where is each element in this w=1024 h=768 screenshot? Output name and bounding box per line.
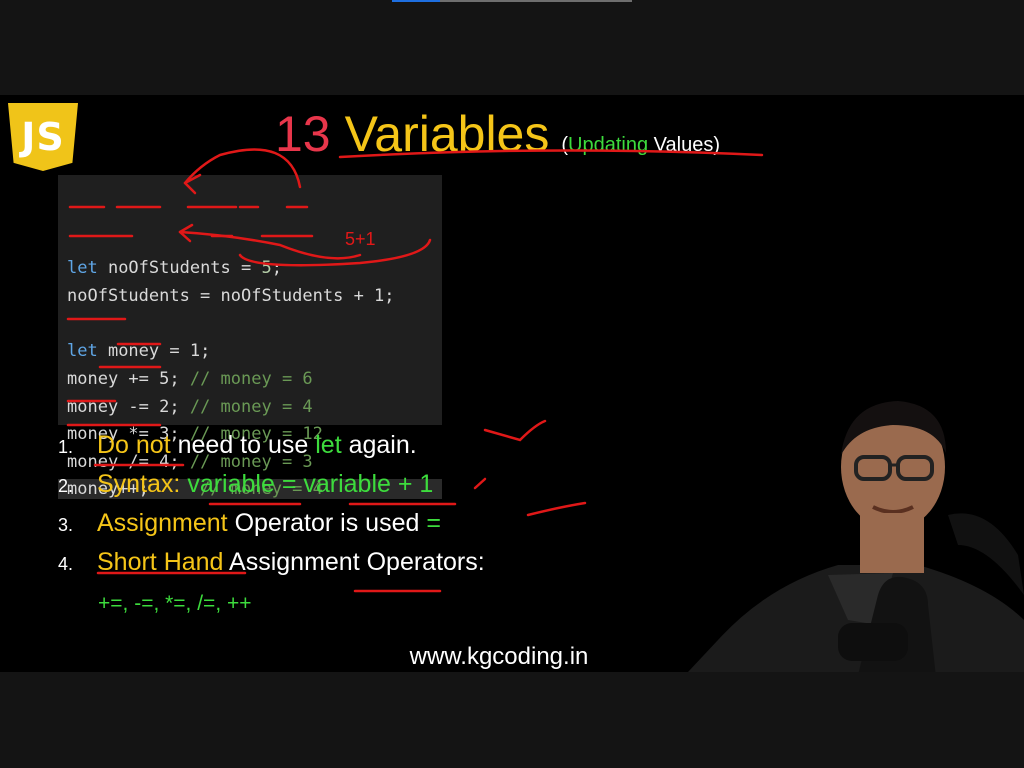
code-line-2: noOfStudents = noOfStudents + 1; [67, 286, 395, 306]
point-3: Assignment Operator is used = [97, 509, 441, 537]
slide-title: 13 Variables (Updating Values) [275, 105, 720, 165]
point-3-number: 3. [58, 515, 74, 535]
point-1-number: 1. [58, 437, 74, 457]
code-line-4: money += 5; // money = 6 [67, 369, 313, 389]
point-4-number: 4. [58, 554, 74, 574]
point-1: Do not need to use let again. [97, 431, 417, 459]
title-number: 13 [275, 106, 331, 162]
video-progress-bar[interactable] [392, 0, 632, 2]
point-2-number: 2. [58, 476, 74, 496]
code-line-1: let noOfStudents = 5; [67, 258, 282, 278]
bottom-bar [0, 672, 1024, 768]
presenter-webcam [688, 401, 1024, 672]
video-progress-fill [392, 0, 440, 2]
website-url: www.kgcoding.in [409, 643, 589, 670]
title-main: Variables [344, 106, 550, 162]
shorthand-operators: +=, -=, *=, /=, ++ [98, 592, 252, 615]
lecture-slide: JS 13 Variables (Updating Values) let noOf… [0, 95, 1024, 672]
point-2: Syntax: variable = variable + 1 [97, 470, 434, 498]
js-logo-text: JS [21, 115, 65, 159]
code-line-3: let money = 1; [67, 341, 211, 361]
js-logo-icon: JS [8, 103, 78, 171]
point-4: Short Hand Assignment Operators: [97, 548, 485, 576]
code-block: let noOfStudents = 5; noOfStudents = noO… [58, 175, 442, 499]
code-line-5: money -= 2; // money = 4 [67, 397, 313, 417]
title-subtitle: (Updating Values) [561, 134, 720, 156]
top-bar [0, 0, 1024, 95]
